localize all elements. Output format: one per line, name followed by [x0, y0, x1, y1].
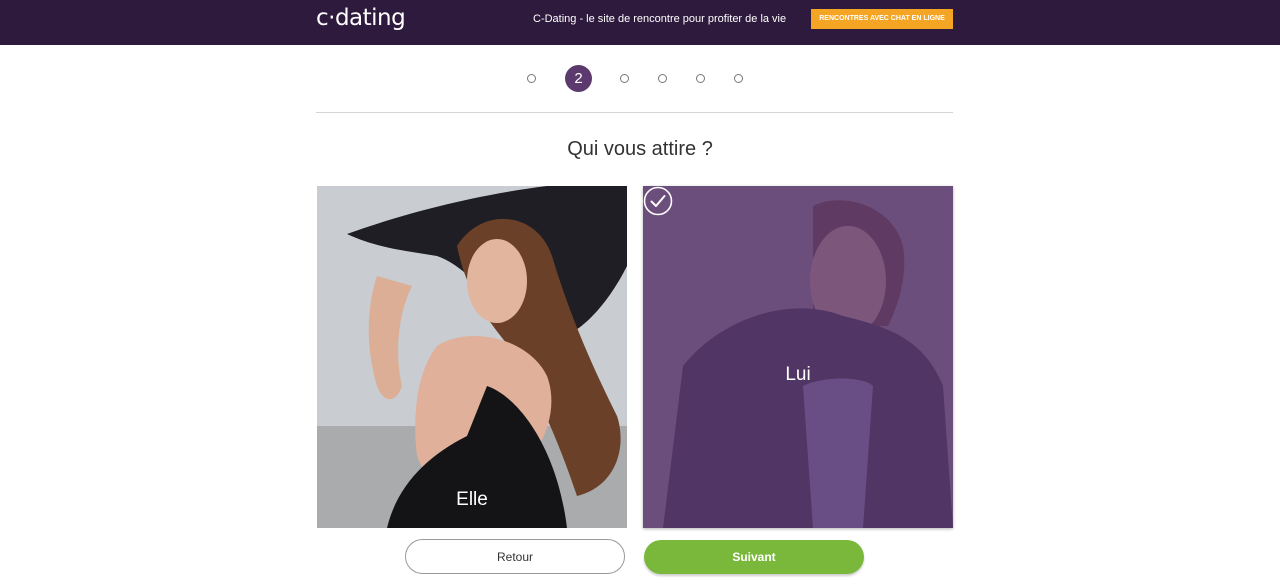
chat-online-cta-button[interactable]: RENCONTRES AVEC CHAT EN LIGNE: [811, 9, 953, 29]
option-label-elle: Elle: [456, 489, 488, 510]
option-card-elle[interactable]: Elle: [317, 186, 627, 528]
question-title: Qui vous attire ?: [567, 138, 713, 160]
checkmark-icon: [643, 186, 673, 216]
step-dot-6: [734, 74, 743, 83]
site-logo[interactable]: c·dating: [316, 5, 406, 31]
header-tagline: C-Dating - le site de rencontre pour pro…: [533, 13, 787, 25]
selected-overlay: [643, 186, 953, 528]
woman-photo: [317, 186, 627, 528]
step-dot-5: [696, 74, 705, 83]
step-dot-4: [658, 74, 667, 83]
top-header: c·dating C-Dating - le site de rencontre…: [0, 0, 1280, 45]
step-dot-3: [620, 74, 629, 83]
step-indicator: 2: [0, 65, 1280, 92]
option-label-lui: Lui: [785, 364, 811, 385]
next-button[interactable]: Suivant: [644, 540, 864, 574]
option-card-lui[interactable]: Lui: [643, 186, 953, 528]
back-button[interactable]: Retour: [405, 539, 625, 574]
step-dot-1: [527, 74, 536, 83]
step-dot-current: 2: [565, 65, 592, 92]
divider: [316, 112, 953, 113]
